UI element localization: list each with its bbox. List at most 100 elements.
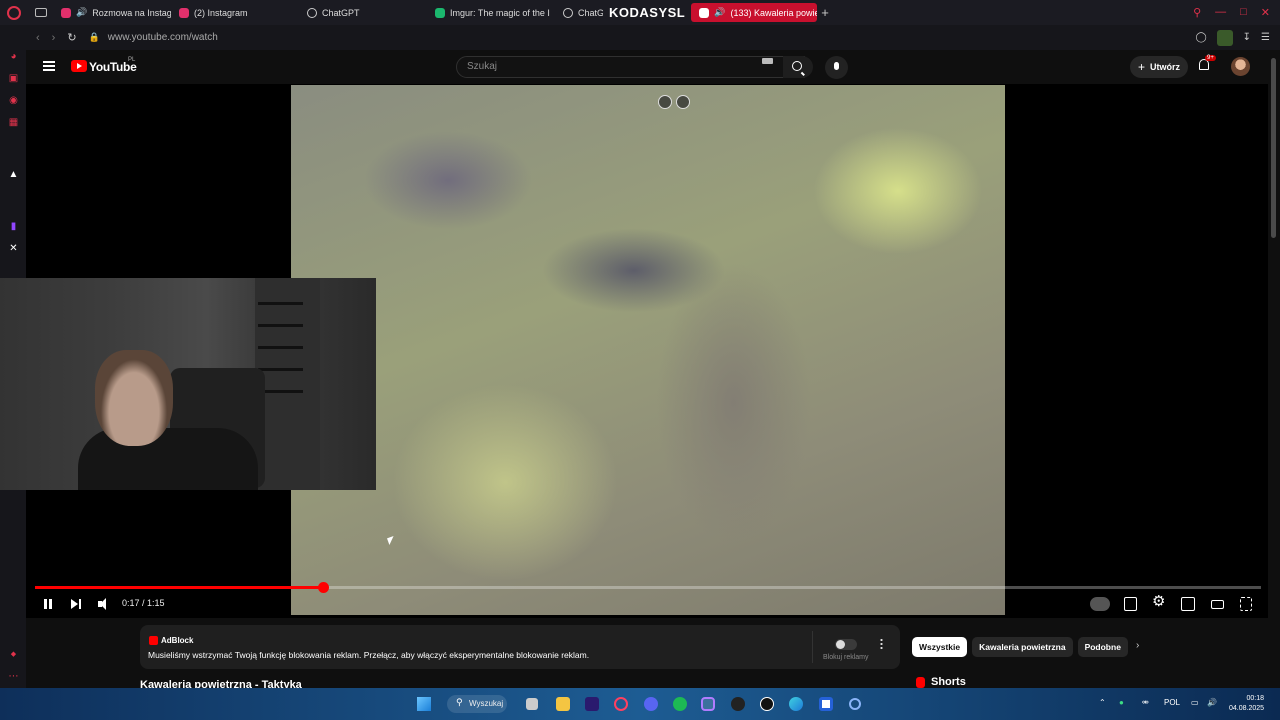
video-frame[interactable] <box>291 85 1005 615</box>
keyboard-icon[interactable] <box>762 58 773 64</box>
twitch-icon[interactable]: ▮ <box>8 221 19 232</box>
chip-kawaleria[interactable]: Kawaleria powietrzna <box>972 637 1073 657</box>
menu-icon[interactable] <box>43 61 55 71</box>
extensions-icon[interactable]: ◯ <box>1195 32 1206 43</box>
opera-icon[interactable] <box>614 697 628 711</box>
youtube-logo-icon[interactable] <box>71 60 87 72</box>
minimize-icon[interactable]: — <box>1215 6 1226 19</box>
windows-taskbar: Wyszukaj ⚲ ⌃ ● ⚮ POL ▭ 🔊 00:18 04.08.202… <box>0 688 1280 720</box>
tab-label: (133) Kawaleria powie <box>730 7 818 18</box>
webcam-shelf <box>258 324 303 327</box>
opera-logo-icon[interactable] <box>7 5 21 20</box>
microphone-icon[interactable]: ⚮ <box>1142 698 1149 707</box>
scrollbar-thumb[interactable] <box>1271 58 1276 238</box>
overlay-icons <box>658 95 690 109</box>
obs-icon[interactable] <box>731 697 745 711</box>
pinboard-icon[interactable]: ▦ <box>8 117 19 128</box>
url-field[interactable]: www.youtube.com/watch <box>108 32 218 43</box>
shorts-header[interactable]: Shorts <box>916 676 966 688</box>
chatgpt-icon <box>563 7 573 18</box>
tab-instagram[interactable]: (2) Instagram <box>171 3 299 22</box>
spotify-icon[interactable] <box>673 697 687 711</box>
volume-icon[interactable]: 🔊 <box>1207 698 1217 707</box>
windows-start-icon[interactable] <box>417 697 431 711</box>
opera-gx-icon[interactable] <box>701 697 715 711</box>
maximize-icon[interactable]: □ <box>1240 6 1247 19</box>
screen: 🔊 Rozmowa na Instagra (2) Instagram Chat… <box>0 0 1280 720</box>
miniplayer-button[interactable] <box>1181 597 1195 611</box>
aria-icon[interactable]: ▲ <box>8 169 19 180</box>
x-icon[interactable]: ✕ <box>8 243 19 254</box>
more-icon[interactable]: ⋯ <box>8 671 19 682</box>
filter-chips: Wszystkie Kawaleria powietrzna Podobne <box>912 637 1128 657</box>
download-icon[interactable]: ↧ <box>1243 32 1251 43</box>
tab-label: Rozmowa na Instagra <box>92 7 171 18</box>
discord-icon[interactable] <box>644 697 658 711</box>
forward-icon[interactable]: › <box>52 32 56 44</box>
voice-search-button[interactable] <box>825 56 848 79</box>
tab-instagram-chat[interactable]: 🔊 Rozmowa na Instagra <box>53 3 171 22</box>
progress-bar[interactable] <box>35 582 1261 593</box>
edge-icon[interactable] <box>789 697 803 711</box>
create-label: Utwórz <box>1150 62 1180 72</box>
volume-button[interactable] <box>96 596 112 612</box>
extension-thumbnail-icon[interactable] <box>1216 29 1233 46</box>
tab-chatgpt[interactable]: ChatGPT <box>299 3 427 22</box>
youtube-icon <box>699 7 710 18</box>
premiere-icon[interactable] <box>585 697 599 711</box>
autoplay-toggle[interactable] <box>1090 597 1110 611</box>
settings-gear-icon[interactable]: ⚙ <box>1152 594 1168 610</box>
bag-icon[interactable]: ▣ <box>8 73 19 84</box>
tray-chevron-icon[interactable]: ⌃ <box>1099 698 1106 707</box>
pause-button[interactable] <box>40 596 56 612</box>
lock-icon[interactable]: 🔒 <box>89 32 100 43</box>
tray-app-icon[interactable]: ● <box>1119 698 1124 707</box>
search-button[interactable] <box>783 56 813 78</box>
file-explorer-icon[interactable] <box>556 697 570 711</box>
browser-tab-bar: 🔊 Rozmowa na Instagra (2) Instagram Chat… <box>0 0 1280 25</box>
block-ads-toggle[interactable] <box>835 639 857 650</box>
more-options-icon[interactable] <box>880 638 883 650</box>
search-tabs-icon[interactable]: ⚲ <box>1193 6 1201 19</box>
picture-in-picture-icon[interactable] <box>658 95 672 109</box>
adblock-logo-icon <box>149 636 158 645</box>
chip-related[interactable]: Podobne <box>1077 637 1128 657</box>
tab-youtube-active[interactable]: 🔊 (133) Kawaleria powie <box>691 3 818 22</box>
reload-icon[interactable]: ↻ <box>67 31 76 44</box>
search-input[interactable]: Szukaj <box>456 56 805 78</box>
taskbar-clock[interactable]: 00:18 04.08.2025 <box>1229 694 1264 714</box>
subtitles-button[interactable] <box>1124 597 1137 611</box>
capcut-icon[interactable] <box>760 697 774 711</box>
workspaces-icon[interactable] <box>35 8 47 17</box>
tab-chatgpt-2[interactable]: ChatG <box>555 3 603 22</box>
adblock-notice: AdBlock Musieliśmy wstrzymać Twoją funkc… <box>140 625 900 669</box>
close-icon[interactable]: ✕ <box>1261 6 1270 19</box>
tab-label: Imgur: The magic of the I <box>450 7 550 18</box>
chevron-right-icon[interactable]: › <box>1136 640 1139 651</box>
app-icon[interactable] <box>849 698 861 710</box>
menu-icon[interactable]: ☰ <box>1261 32 1270 43</box>
page-scrollbar[interactable] <box>1268 50 1280 688</box>
monitor-icon[interactable]: ▭ <box>1191 698 1199 707</box>
avatar[interactable] <box>1231 57 1250 76</box>
instagram-icon <box>179 7 189 18</box>
tab-imgur[interactable]: Imgur: The magic of the I <box>427 3 555 22</box>
detach-video-icon[interactable] <box>676 95 690 109</box>
theater-mode-button[interactable] <box>1211 600 1224 609</box>
tab-label: ChatGPT <box>322 7 360 18</box>
store-icon[interactable] <box>819 697 833 711</box>
fullscreen-button[interactable] <box>1240 597 1252 611</box>
back-icon[interactable]: ‹ <box>36 32 40 44</box>
language-indicator[interactable]: POL <box>1164 698 1180 707</box>
create-button[interactable]: + Utwórz <box>1130 56 1188 78</box>
search-icon <box>792 61 802 71</box>
gx-icon[interactable]: ◆ <box>8 649 19 660</box>
messenger-icon[interactable]: ◉ <box>8 95 19 106</box>
new-tab-button[interactable]: + <box>821 5 829 20</box>
next-button[interactable] <box>68 596 84 612</box>
chip-all[interactable]: Wszystkie <box>912 637 968 657</box>
task-view-icon[interactable] <box>526 698 538 710</box>
speaker-icon: 🔊 <box>714 7 726 17</box>
history-icon[interactable]: ◕ <box>8 51 19 62</box>
instagram-icon <box>61 7 71 18</box>
